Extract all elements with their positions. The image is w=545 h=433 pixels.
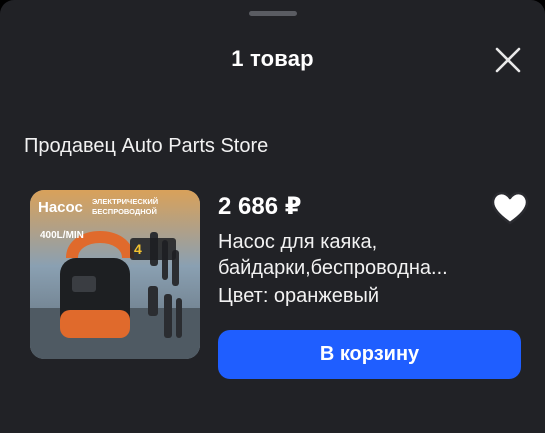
product-image[interactable]: Насос ЭЛЕКТРИЧЕСКИЙ БЕСПРОВОДНОЙ 400L/MI… <box>30 190 200 359</box>
sheet-title: 1 товар <box>231 46 314 71</box>
product-name[interactable]: Насос для каяка, байдарки,беспроводна... <box>218 229 488 281</box>
favorite-button[interactable] <box>488 188 532 228</box>
image-modes-text: 4 <box>134 241 142 257</box>
image-tagline2-text: БЕСПРОВОДНОЙ <box>92 207 157 216</box>
sheet-grabber[interactable] <box>249 11 297 16</box>
close-icon <box>495 47 521 73</box>
product-name-line2: байдарки,беспроводна... <box>218 257 448 279</box>
product-name-line1: Насос для каяка, <box>218 231 378 253</box>
close-button[interactable] <box>490 42 526 78</box>
product-color: Цвет: оранжевый <box>218 285 380 307</box>
seller-name[interactable]: Продавец Auto Parts Store <box>24 135 268 158</box>
image-flow-text: 400L/MIN <box>40 230 84 241</box>
bottom-sheet: 1 товар Продавец Auto Parts Store Насос … <box>0 0 545 433</box>
image-tagline1-text: ЭЛЕКТРИЧЕСКИЙ <box>92 197 158 206</box>
heart-icon <box>491 191 529 225</box>
product-price: 2 686 ₽ <box>218 193 302 220</box>
add-to-cart-button[interactable]: В корзину <box>218 330 521 379</box>
image-brand-text: Насос <box>38 199 83 216</box>
